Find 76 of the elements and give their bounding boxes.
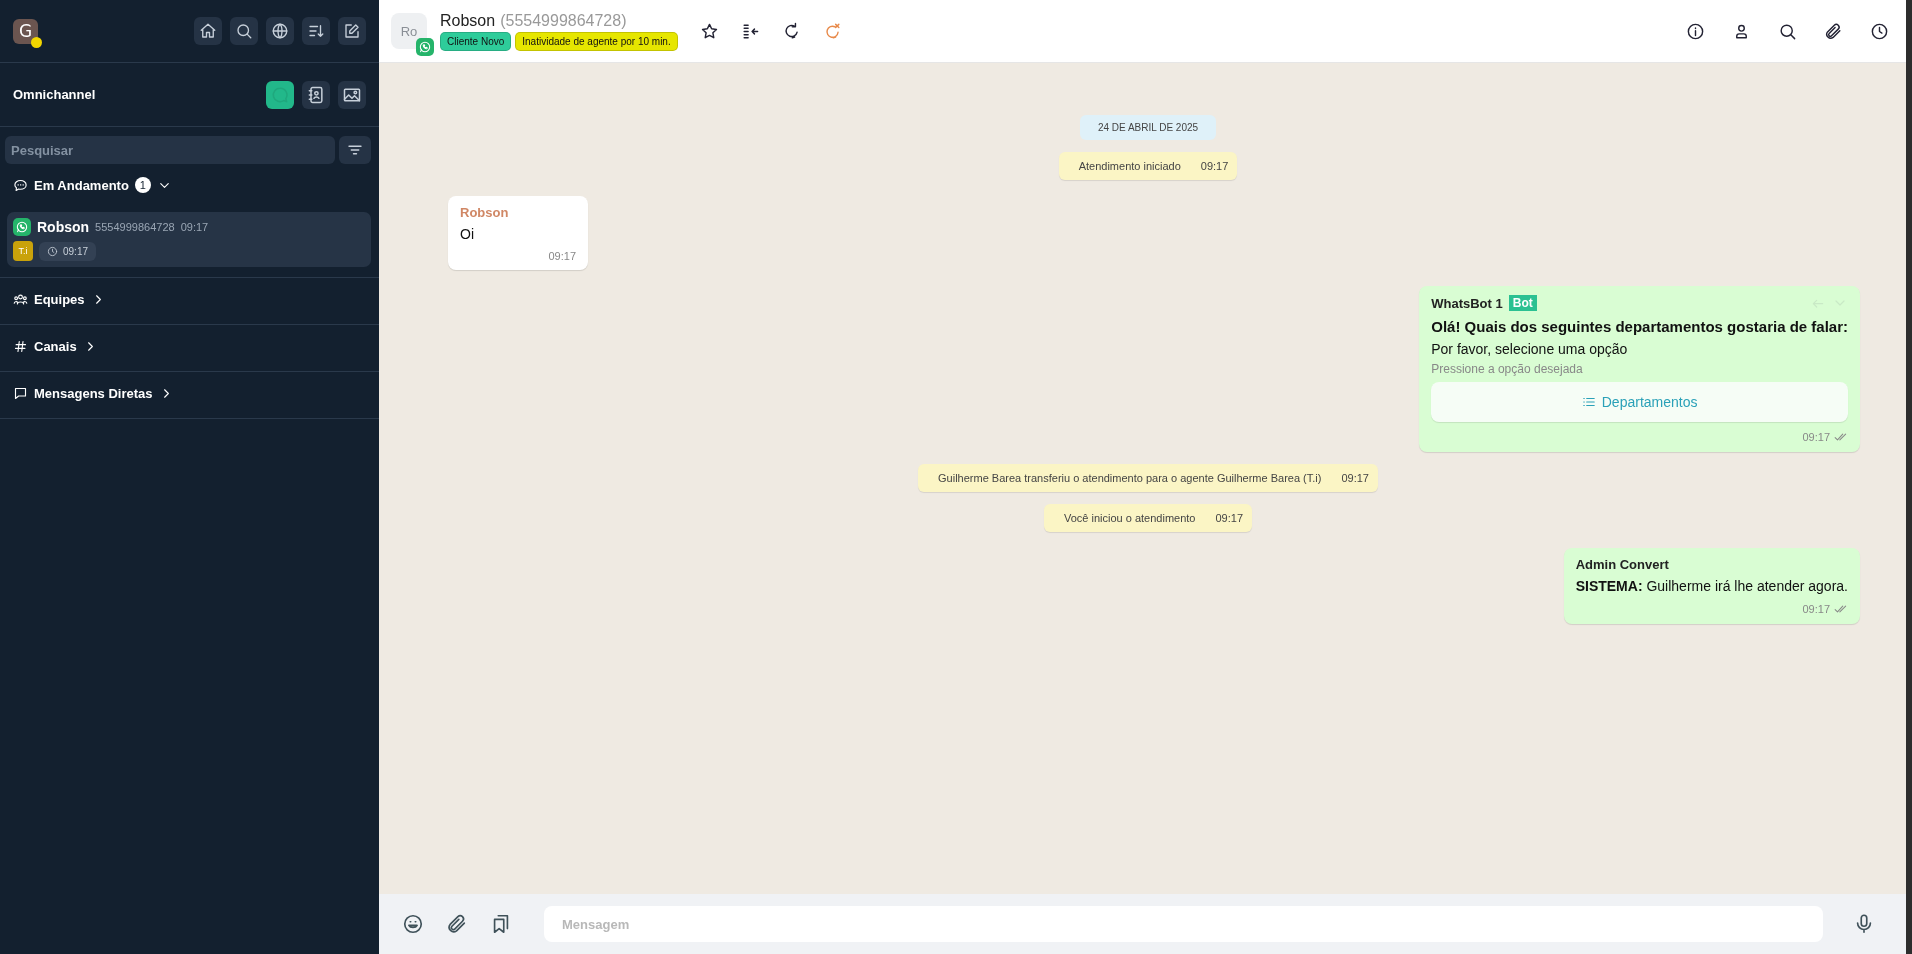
message-text: Por favor, selecione uma opção [1431,341,1629,357]
contacts-view-button[interactable] [302,80,330,109]
event-text: Atendimento iniciado [1078,160,1181,172]
clock-icon [47,245,58,257]
sender-name: WhatsBot 1 [1431,295,1503,311]
count-badge: 1 [134,177,151,193]
home-icon [199,22,217,40]
list-arrow-icon [740,21,760,41]
tag: Inatividade de agente por 10 min. [515,31,678,51]
smiley-icon [402,913,424,935]
message-icon [13,385,28,401]
date-separator: 24 DE ABRIL DE 2025 [1079,115,1217,140]
message-time: 09:17 [548,250,576,262]
message-time: 09:17 [1200,160,1229,172]
double-check-icon [1834,430,1848,444]
message-time: 09:17 [1802,431,1830,443]
agent-badge: T.i [13,241,33,261]
message-time: 09:17 [1215,512,1243,524]
message-text: SISTEMA: Guilherme irá lhe atender agora. [1575,578,1848,594]
group-label[interactable]: Equipes [34,291,85,307]
hash-icon [13,338,28,354]
chat-dots-icon [13,177,28,193]
compose-icon [343,22,361,40]
sort-button[interactable] [302,17,330,45]
list-icon [1581,395,1596,409]
message-time: 09:17 [180,221,209,233]
clock-icon [1870,21,1889,41]
chats-view-button[interactable] [266,80,294,109]
compose-button[interactable] [338,17,366,45]
search-icon [1778,21,1797,41]
history-button[interactable] [1870,21,1889,41]
home-button[interactable] [194,17,222,45]
bot-badge: Bot [1508,295,1537,311]
sender-name: Admin Convert [1575,557,1669,572]
group-label[interactable]: Em Andamento [34,177,129,193]
search-field[interactable]: Pesquisar [5,136,335,164]
paperclip-icon [1824,21,1843,41]
filter-button[interactable] [339,136,371,164]
group-label[interactable]: Canais [34,338,77,354]
wait-time: 09:17 [63,245,89,257]
tag: Cliente Novo [440,31,512,51]
message-footer: Pressione a opção desejada [1431,362,1848,376]
sort-icon [307,22,325,40]
double-check-icon [1834,602,1848,616]
contact-phone: 5554999864728 [95,221,175,233]
contact-phone: (5554999864728) [500,11,627,29]
group-label[interactable]: Mensagens Diretas [34,385,153,401]
message-time: 09:17 [1802,603,1830,615]
section-title: Omnichannel [13,87,96,102]
globe-button[interactable] [266,17,294,45]
globe-icon [271,22,289,40]
attachments-button[interactable] [1824,21,1843,41]
info-button[interactable] [1686,21,1705,41]
search-button[interactable] [230,17,258,45]
sender-name: Robson [460,205,509,220]
contact-name: Robson [37,219,90,235]
message-text: Oi [460,226,475,242]
message-title: Olá! Quais dos seguintes departamentos gostaria de falar: [1431,318,1848,335]
media-view-button[interactable] [338,80,366,109]
emoji-button[interactable] [402,913,424,935]
favorite-button[interactable] [699,21,719,41]
event-text: Guilherme Barea transferiu o atendimento para o agente Guilherme Barea (T.i) [938,472,1322,484]
event-text: Você iniciou o atendimento [1064,512,1196,524]
queue-button[interactable] [740,21,760,41]
message-field[interactable]: Mensagem [544,906,1823,942]
paperclip-icon [446,913,468,935]
search-button[interactable] [1778,21,1797,41]
conversation-item[interactable]: Robson 5554999864728 09:17 T.i 09:17 [7,212,371,267]
message-time: 09:17 [1341,472,1369,484]
team-icon [13,291,28,307]
search-icon [235,22,253,40]
attach-button[interactable] [446,913,468,935]
contact-book-icon [306,84,326,105]
star-icon [699,21,719,41]
info-icon [1686,21,1705,41]
contact-name: Robson [440,11,496,29]
